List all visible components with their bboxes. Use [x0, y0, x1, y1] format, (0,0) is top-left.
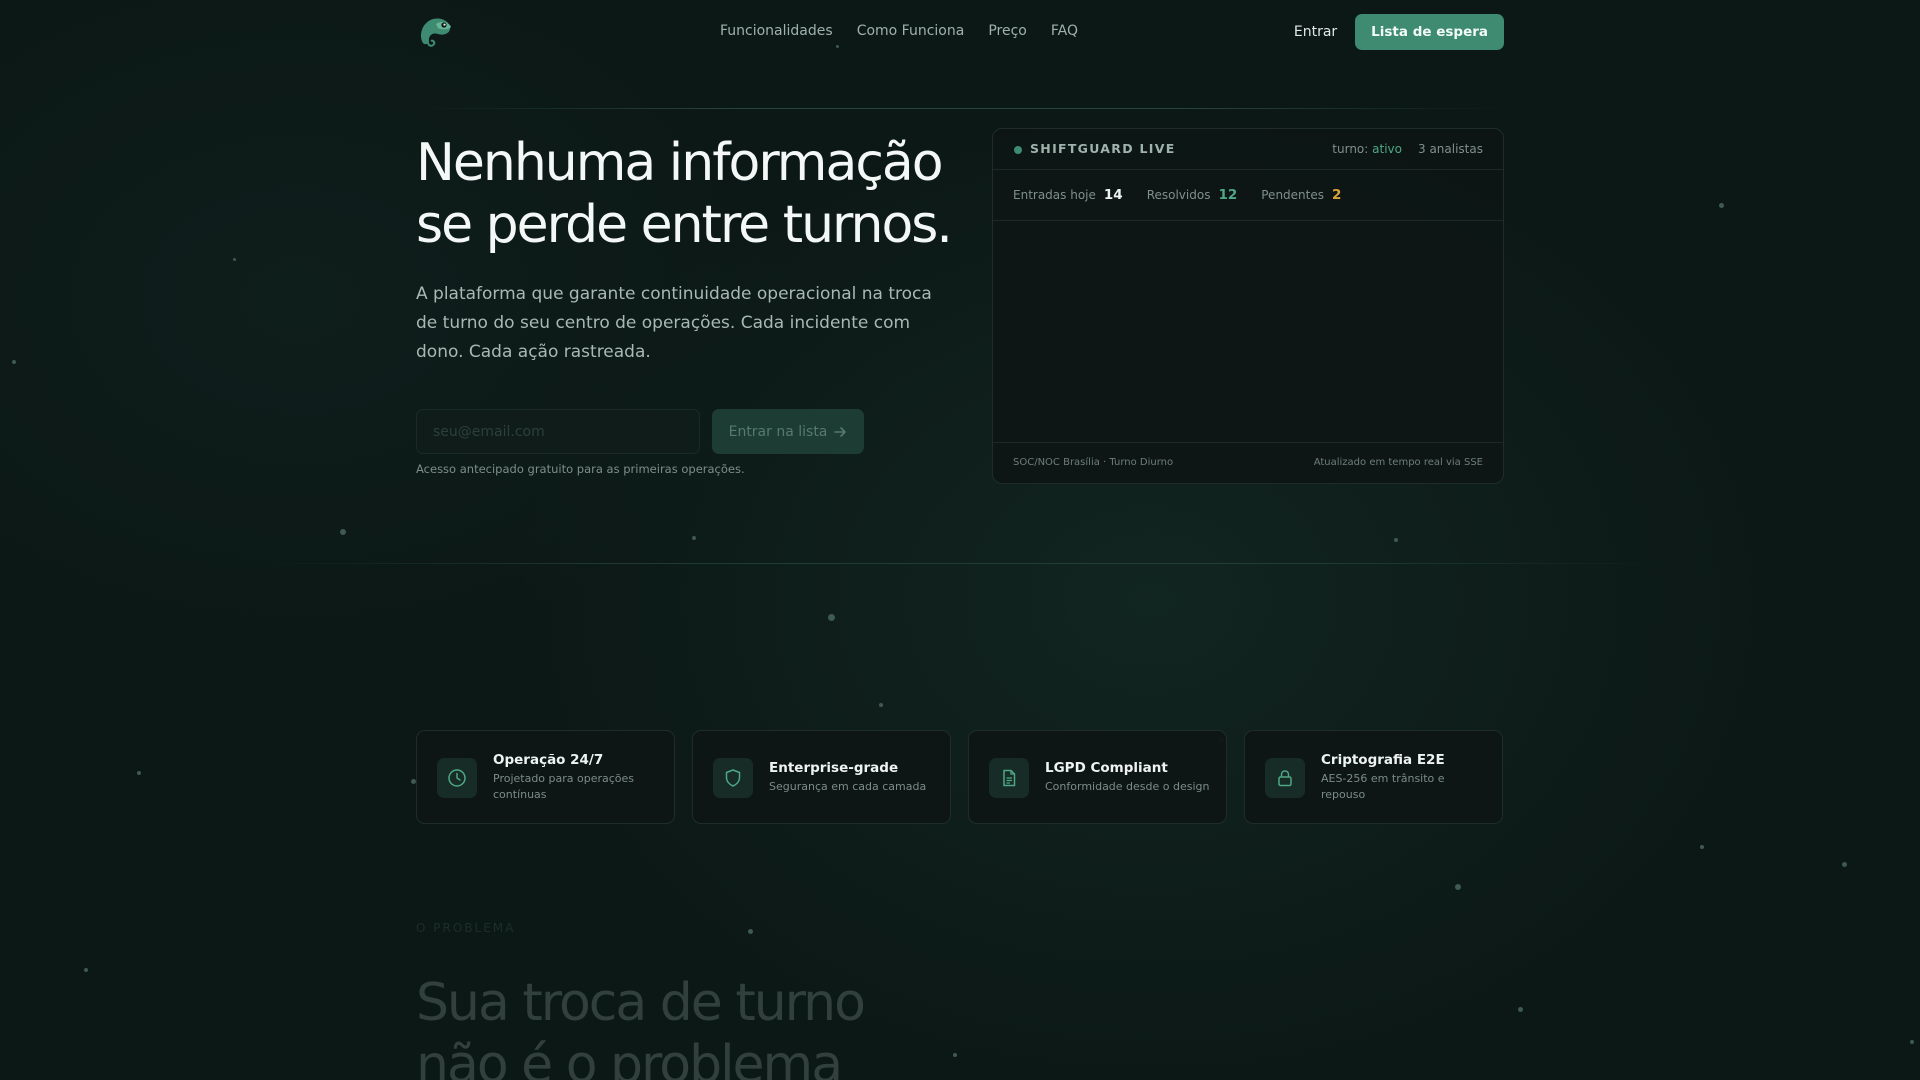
email-input[interactable] — [416, 409, 700, 454]
feature-card-enterprise: Enterprise-grade Segurança em cada camad… — [692, 730, 951, 824]
live-panel-header: SHIFTGUARD LIVE turno: ativo 3 analistas — [993, 129, 1503, 170]
feature-card-text: LGPD Compliant Conformidade desde o desi… — [1045, 731, 1213, 823]
live-status-dot — [1014, 146, 1022, 154]
feature-cards: Operação 24/7 Projetado para operações c… — [416, 730, 1504, 824]
shift-status: turno: ativo — [1332, 142, 1402, 156]
feature-title: Criptografia E2E — [1321, 751, 1445, 768]
feature-card-text: Criptografia E2E AES-256 em trânsito e r… — [1321, 731, 1489, 823]
stat-pending: Pendentes 2 — [1261, 187, 1341, 203]
particle — [828, 614, 835, 621]
signin-link[interactable]: Entrar — [1294, 24, 1337, 40]
stat-resolved: Resolvidos 12 — [1147, 187, 1238, 203]
particle — [692, 536, 696, 540]
chameleon-logo-icon[interactable] — [416, 14, 454, 48]
feature-desc: Projetado para operações contínuas — [493, 771, 635, 801]
nav-link-pricing[interactable]: Preço — [988, 23, 1027, 39]
particle — [1394, 538, 1398, 542]
particle — [1842, 862, 1847, 867]
problem-title-line-2: não é o problema — [416, 1035, 843, 1080]
shift-label: turno: — [1332, 142, 1369, 156]
stat-value: 2 — [1332, 186, 1342, 203]
stat-value: 14 — [1103, 186, 1123, 203]
problem-section-title: Sua troca de turno não é o problema — [416, 972, 1016, 1080]
particle — [12, 360, 16, 364]
problem-section-label: O PROBLEMA — [416, 921, 516, 935]
feature-title: Operação 24/7 — [493, 751, 604, 768]
problem-title-line-1: Sua troca de turno — [416, 973, 866, 1033]
nav-link-faq[interactable]: FAQ — [1051, 23, 1078, 39]
nav-divider — [416, 108, 1504, 109]
feature-desc: AES-256 em trânsito e repouso — [1321, 771, 1445, 801]
particle — [1719, 203, 1724, 208]
landing-page: Funcionalidades Como Funciona Preço FAQ … — [0, 0, 1920, 1080]
feature-card-24-7: Operação 24/7 Projetado para operações c… — [416, 730, 675, 824]
stat-entries: Entradas hoje 14 — [1013, 187, 1123, 203]
shift-status-value: ativo — [1372, 142, 1402, 156]
live-dashboard-panel: SHIFTGUARD LIVE turno: ativo 3 analistas… — [992, 128, 1504, 484]
feature-card-lgpd: LGPD Compliant Conformidade desde o desi… — [968, 730, 1227, 824]
particle — [340, 529, 346, 535]
particle — [1700, 845, 1704, 849]
stat-label: Pendentes — [1261, 187, 1324, 202]
feature-desc: Segurança em cada camada — [769, 779, 927, 793]
hero-title-line-1: Nenhuma informação — [416, 133, 944, 193]
particle — [137, 771, 141, 775]
particle — [233, 258, 236, 261]
particle — [748, 929, 753, 934]
clock-icon — [437, 758, 477, 798]
hero-title-line-2: se perde entre turnos. — [416, 195, 953, 255]
feature-card-text: Enterprise-grade Segurança em cada camad… — [769, 731, 937, 823]
feature-title: Enterprise-grade — [769, 759, 899, 776]
section-divider — [256, 563, 1664, 564]
live-panel-update-note: Atualizado em tempo real via SSE — [1313, 457, 1483, 468]
particle — [1455, 884, 1461, 890]
particle — [879, 703, 883, 707]
nav-link-features[interactable]: Funcionalidades — [720, 23, 833, 39]
hero-title: Nenhuma informação se perde entre turnos… — [416, 132, 976, 256]
live-panel-footer: SOC/NOC Brasília · Turno Diurno Atualiza… — [993, 442, 1503, 483]
feature-desc: Conformidade desde o design — [1045, 779, 1210, 793]
particle — [84, 968, 88, 972]
shield-icon — [713, 758, 753, 798]
top-nav: Funcionalidades Como Funciona Preço FAQ … — [416, 14, 1504, 50]
hero-subtitle: A plataforma que garante continuidade op… — [416, 284, 932, 362]
analyst-count: 3 analistas — [1418, 142, 1483, 156]
hero-note: Acesso antecipado gratuito para as prime… — [416, 462, 745, 476]
stat-label: Resolvidos — [1146, 187, 1211, 202]
feature-card-encryption: Criptografia E2E AES-256 em trânsito e r… — [1244, 730, 1503, 824]
feature-title: LGPD Compliant — [1045, 759, 1168, 776]
feature-card-text: Operação 24/7 Projetado para operações c… — [493, 731, 661, 823]
live-panel-location: SOC/NOC Brasília · Turno Diurno — [1013, 457, 1174, 468]
document-icon — [989, 758, 1029, 798]
nav-actions: Entrar Lista de espera — [1294, 14, 1504, 50]
particle — [1910, 1040, 1914, 1044]
stat-value: 12 — [1218, 186, 1238, 203]
live-stats-row: Entradas hoje 14 Resolvidos 12 Pendentes… — [993, 169, 1503, 221]
lock-icon — [1265, 758, 1305, 798]
join-waitlist-button[interactable]: Entrar na lista — [712, 409, 864, 454]
stat-label: Entradas hoje — [1013, 187, 1096, 202]
waitlist-button[interactable]: Lista de espera — [1355, 14, 1504, 50]
particle — [1518, 1007, 1523, 1012]
arrow-right-icon — [834, 426, 847, 437]
nav-link-how-it-works[interactable]: Como Funciona — [857, 23, 965, 39]
live-panel-meta: turno: ativo 3 analistas — [1332, 142, 1483, 156]
join-waitlist-label: Entrar na lista — [728, 423, 828, 440]
nav-links: Funcionalidades Como Funciona Preço FAQ — [720, 23, 1078, 39]
live-panel-title: SHIFTGUARD LIVE — [1030, 141, 1176, 156]
